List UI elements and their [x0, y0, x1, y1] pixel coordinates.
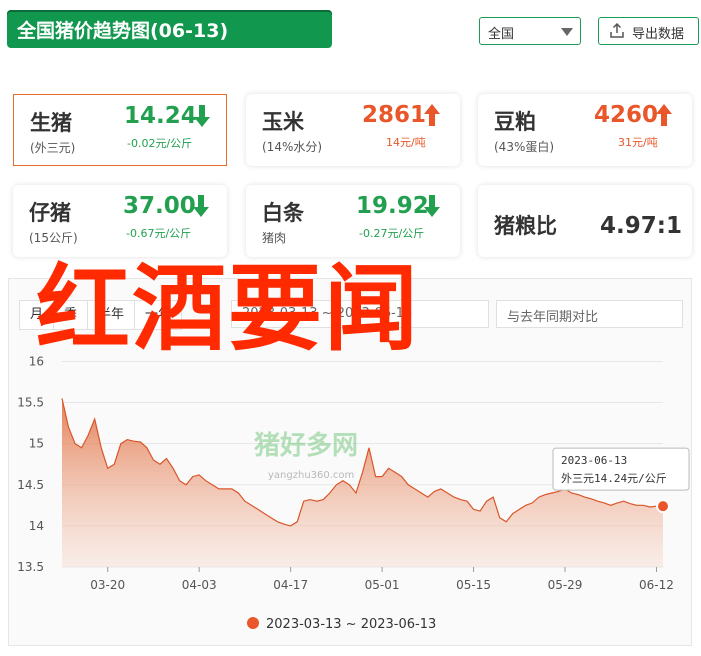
y-tick-label: 15.5	[17, 396, 44, 410]
overlay-watermark-text: 红酒要闻	[36, 255, 421, 364]
y-tick-label: 14.5	[17, 478, 44, 492]
x-tick-label: 04-17	[273, 578, 308, 592]
last-point-marker	[656, 499, 670, 514]
tooltip-date: 2023-06-13	[561, 454, 627, 467]
x-tick-label: 05-29	[548, 578, 583, 592]
site-url-watermark: yangzhu360.com	[268, 470, 355, 481]
y-tick-label: 13.5	[17, 560, 44, 574]
y-tick-label: 15	[29, 437, 44, 451]
site-logo-watermark: 猪好多网	[254, 431, 359, 461]
x-tick-label: 06-12	[639, 578, 674, 592]
legend-marker	[247, 617, 259, 629]
tooltip-value: 外三元14.24元/公斤	[561, 472, 667, 485]
x-tick-label: 03-20	[90, 578, 125, 592]
legend-label: 2023-03-13 ~ 2023-06-13	[266, 617, 436, 632]
x-tick-label: 05-15	[456, 578, 491, 592]
y-tick-label: 14	[29, 519, 44, 533]
x-tick-label: 04-03	[182, 578, 217, 592]
x-tick-label: 05-01	[365, 578, 400, 592]
